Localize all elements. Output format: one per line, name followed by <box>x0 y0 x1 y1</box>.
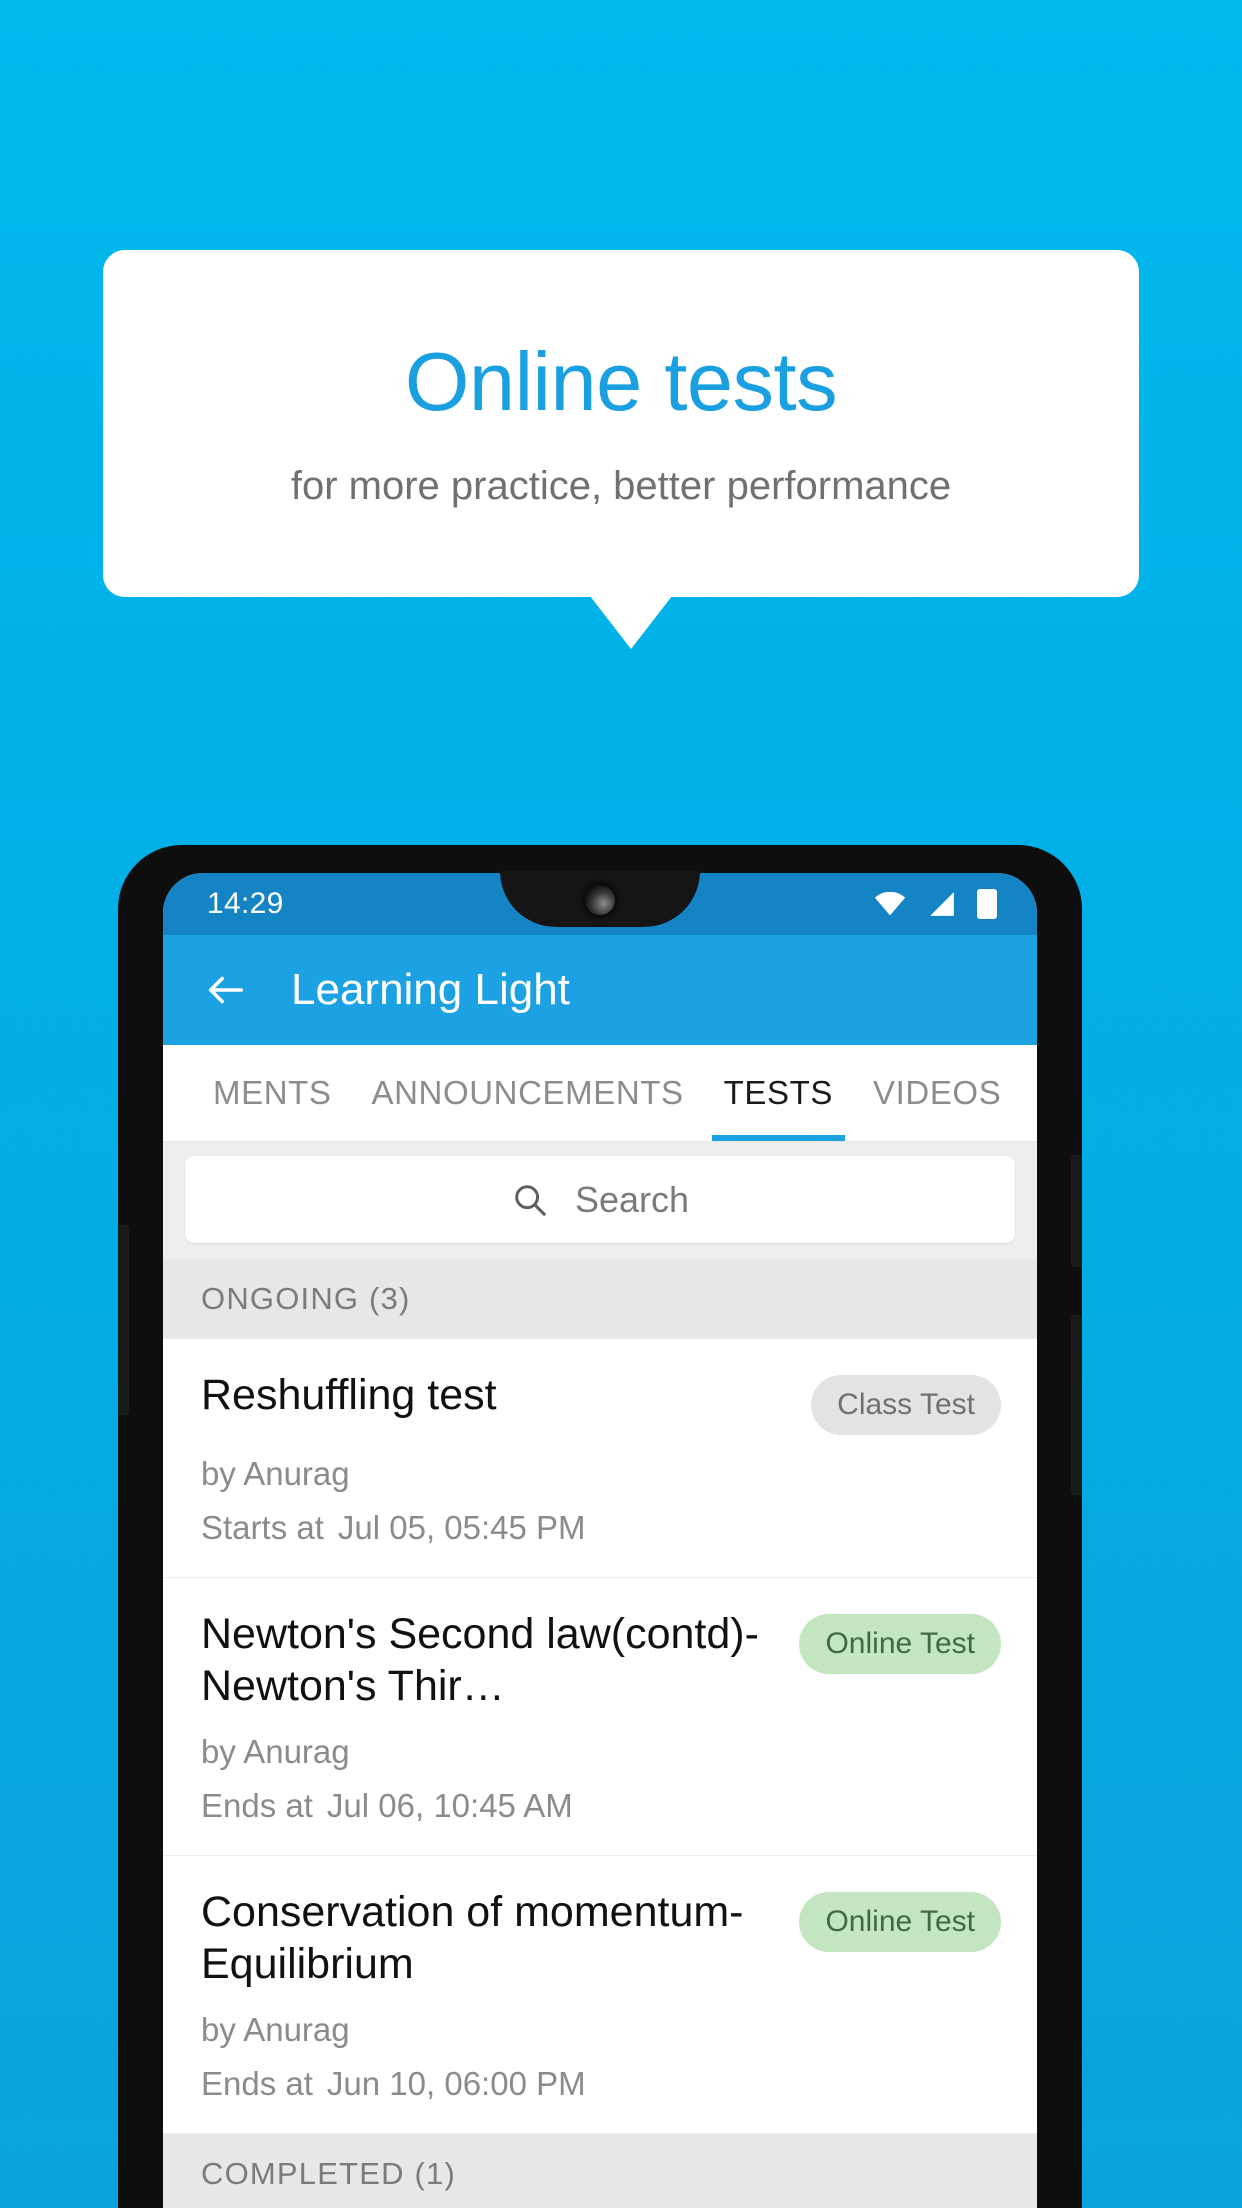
status-bar-clock: 14:29 <box>207 887 284 920</box>
test-title: Conservation of momentum-Equilibrium <box>201 1887 744 1989</box>
test-schedule-value: Jul 05, 05:45 PM <box>337 1509 586 1546</box>
test-type-badge: Class Test <box>811 1375 1001 1435</box>
test-title: Newton's Second law(contd)-Newton's Thir… <box>201 1610 759 1711</box>
tab-announcements[interactable]: ANNOUNCEMENTS <box>352 1045 704 1141</box>
front-camera <box>585 885 615 915</box>
test-item-header: Reshuffling test Class Test <box>201 1369 1001 1435</box>
device-power-button[interactable] <box>1071 1155 1082 1267</box>
battery-icon <box>977 889 997 919</box>
tab-tests[interactable]: TESTS <box>704 1045 853 1141</box>
search-container: Search <box>163 1142 1037 1259</box>
tab-assignments[interactable]: MENTS <box>193 1045 352 1141</box>
test-schedule-label: Ends at <box>201 2064 313 2102</box>
section-header-completed: COMPLETED (1) <box>163 2133 1037 2208</box>
test-schedule-value: Jul 06, 10:45 AM <box>326 1786 573 1824</box>
test-title: Reshuffling test <box>201 1371 497 1419</box>
promo-title: Online tests <box>404 335 838 429</box>
signal-icon <box>930 892 954 916</box>
test-schedule: Ends at Jun 10, 06:00 PM <box>201 2065 1001 2103</box>
search-placeholder: Search <box>574 1178 690 1220</box>
search-input[interactable]: Search <box>185 1156 1015 1243</box>
test-item-header: Conservation of momentum-Equilibrium Onl… <box>201 1886 1001 1991</box>
test-item-header: Newton's Second law(contd)-Newton's Thir… <box>201 1608 1001 1713</box>
promo-card: Online tests for more practice, better p… <box>103 250 1139 597</box>
back-arrow-icon[interactable] <box>203 967 249 1013</box>
phone-device: 14:29 Learning Light MENTS ANNOUNCEMENTS <box>118 845 1082 2208</box>
test-list-item[interactable]: Conservation of momentum-Equilibrium Onl… <box>163 1855 1037 2134</box>
test-schedule: Ends at Jul 06, 10:45 AM <box>201 1787 1001 1825</box>
tab-bar: MENTS ANNOUNCEMENTS TESTS VIDEOS <box>163 1045 1037 1142</box>
section-header-ongoing: ONGOING (3) <box>163 1259 1037 1339</box>
test-schedule: Starts at Jul 05, 05:45 PM <box>201 1509 1001 1547</box>
test-schedule-value: Jun 10, 06:00 PM <box>326 2064 586 2102</box>
status-bar-icons <box>873 889 997 919</box>
test-author: by Anurag <box>201 1455 350 1492</box>
tab-videos[interactable]: VIDEOS <box>853 1045 1021 1141</box>
phone-screen: 14:29 Learning Light MENTS ANNOUNCEMENTS <box>163 873 1037 2208</box>
wifi-icon <box>874 892 906 916</box>
device-side-button[interactable] <box>1071 1315 1082 1495</box>
test-type-badge: Online Test <box>799 1891 1001 1952</box>
test-schedule-label: Ends at <box>201 1786 313 1824</box>
test-schedule-label: Starts at <box>201 1509 324 1546</box>
test-author: by Anurag <box>201 1732 350 1770</box>
search-icon <box>515 1184 546 1216</box>
test-type-badge: Online Test <box>799 1614 1001 1674</box>
device-volume-button[interactable] <box>118 1225 129 1415</box>
test-list-item[interactable]: Reshuffling test Class Test by Anurag St… <box>163 1339 1037 1578</box>
test-list-item[interactable]: Newton's Second law(contd)-Newton's Thir… <box>163 1578 1037 1856</box>
app-bar-title: Learning Light <box>291 965 570 1014</box>
test-author: by Anurag <box>201 2010 350 2048</box>
promo-card-tail <box>590 596 672 649</box>
app-bar: Learning Light <box>163 935 1037 1045</box>
promo-subtitle: for more practice, better performance <box>290 463 952 508</box>
